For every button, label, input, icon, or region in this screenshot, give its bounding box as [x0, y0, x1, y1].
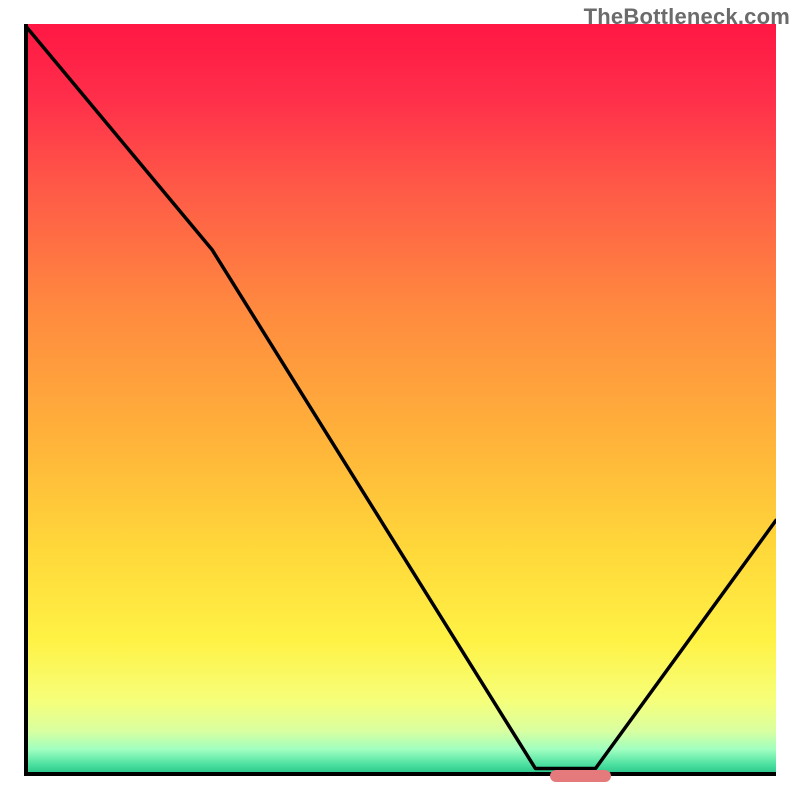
watermark-text: TheBottleneck.com — [584, 4, 790, 30]
plot-area — [24, 24, 776, 776]
bottleneck-chart: TheBottleneck.com — [0, 0, 800, 800]
optimal-range-marker — [550, 770, 610, 782]
bottleneck-curve — [24, 24, 776, 776]
curve-path — [24, 24, 776, 769]
